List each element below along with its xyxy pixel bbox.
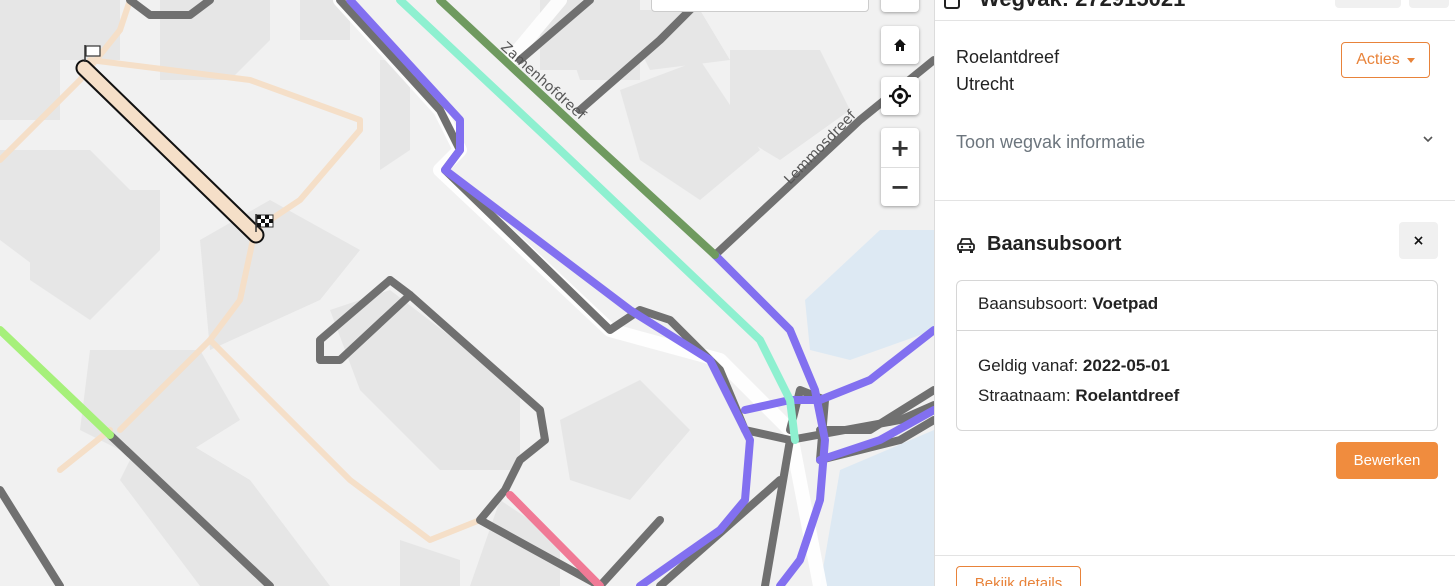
locate-button[interactable]	[881, 77, 919, 115]
card-row-label: Straatnaam:	[978, 386, 1071, 405]
card-header-label: Baansubsoort:	[978, 294, 1088, 313]
wegvak-location: Roelantdreef Utrecht	[956, 44, 1059, 98]
home-button[interactable]	[881, 26, 919, 64]
header-button[interactable]	[1335, 0, 1401, 8]
map-search-input[interactable]	[651, 0, 869, 12]
card-header-value: Voetpad	[1092, 294, 1159, 313]
footer-divider	[935, 555, 1455, 556]
road-icon	[944, 0, 960, 9]
toggle-wegvak-info[interactable]: Toon wegvak informatie	[956, 132, 1145, 153]
actions-dropdown-button[interactable]: Acties	[1341, 42, 1430, 78]
app-root: Zamenhofdreef Lemmosdreef + − Roelantdre…	[0, 0, 1455, 586]
card-header: Baansubsoort: Voetpad	[957, 281, 1437, 331]
card-row-value: 2022-05-01	[1082, 356, 1170, 375]
section-title: Baansubsoort	[987, 233, 1122, 255]
edit-button[interactable]: Bewerken	[1336, 442, 1438, 479]
baansubsoort-card: Baansubsoort: Voetpad Geldig vanaf: 2022…	[956, 280, 1438, 431]
header-close-button[interactable]	[1409, 0, 1449, 8]
panel-header: Wegvak: 272915021	[935, 0, 1455, 21]
view-details-button[interactable]: Bekijk details	[956, 566, 1081, 586]
card-row-label: Geldig vanaf:	[978, 356, 1079, 375]
map-view[interactable]: Zamenhofdreef Lemmosdreef + −	[0, 0, 934, 586]
street-name: Roelantdreef	[956, 47, 1060, 67]
city-name: Utrecht	[956, 74, 1015, 94]
zoom-in-button[interactable]: +	[881, 128, 919, 167]
zoom-out-button[interactable]: −	[881, 167, 919, 206]
map-layer-button[interactable]	[881, 0, 919, 12]
actions-label: Acties	[1356, 51, 1400, 68]
section-divider	[935, 200, 1455, 201]
chevron-down-icon[interactable]	[1421, 132, 1435, 146]
card-row: Straatnaam: Roelantdreef	[978, 381, 1416, 411]
card-row: Geldig vanaf: 2022-05-01	[978, 351, 1416, 381]
close-section-button[interactable]: ×	[1399, 222, 1438, 259]
card-row-value: Roelantdreef	[1075, 386, 1180, 405]
caret-down-icon	[1406, 57, 1415, 63]
home-icon	[894, 39, 906, 51]
map-canvas[interactable]: Zamenhofdreef Lemmosdreef	[0, 0, 934, 586]
crosshair-icon	[889, 85, 911, 107]
card-body: Geldig vanaf: 2022-05-01 Straatnaam: Roe…	[957, 331, 1437, 411]
car-icon	[957, 238, 975, 253]
panel-title: Wegvak: 272915021	[979, 0, 1185, 12]
side-panel: Wegvak: 272915021 Roelantdreef Utrecht A…	[934, 0, 1455, 586]
zoom-control: + −	[881, 128, 919, 206]
